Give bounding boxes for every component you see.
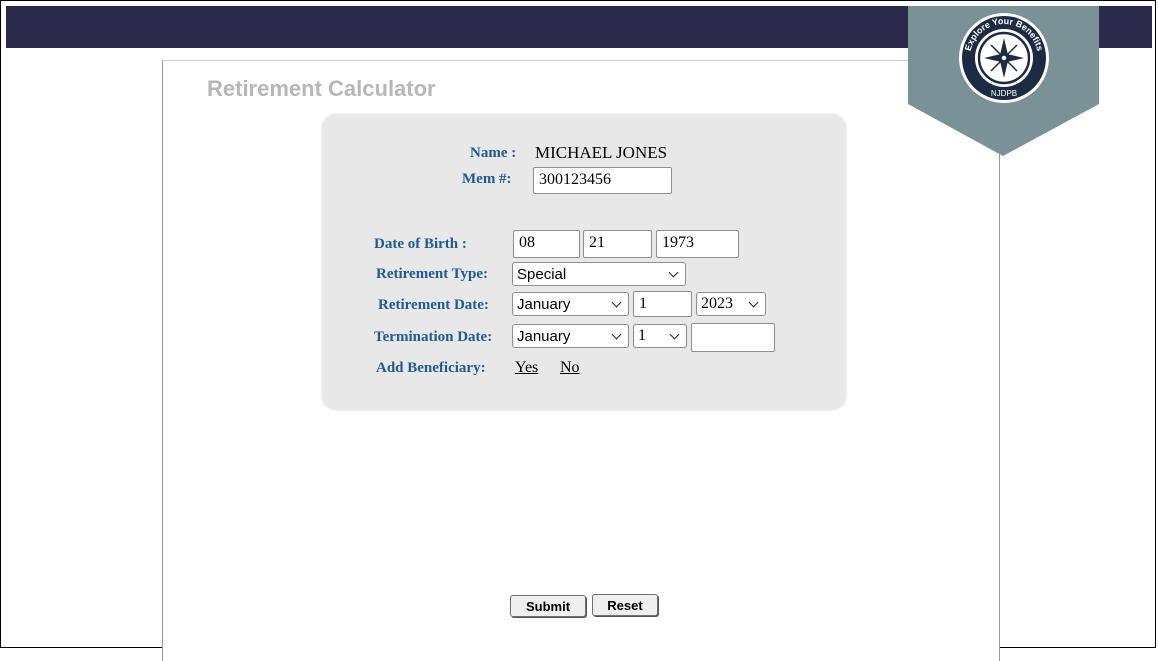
retirement-month-select[interactable]: January xyxy=(512,292,629,316)
dob-month-field[interactable]: 08 xyxy=(513,230,580,258)
member-name: MICHAEL JONES xyxy=(535,143,668,162)
beneficiary-yes-link[interactable]: Yes xyxy=(515,359,538,377)
beneficiary-label: Add Beneficiary: xyxy=(376,360,486,376)
submit-button[interactable]: Submit xyxy=(510,595,586,617)
retirement-month-value: January xyxy=(517,295,571,313)
reset-button[interactable]: Reset xyxy=(592,594,658,616)
termination-year-field[interactable] xyxy=(691,323,775,352)
chevron-down-icon xyxy=(668,267,679,277)
termination-month-select[interactable]: January xyxy=(512,324,629,348)
chevron-down-icon xyxy=(611,329,622,339)
termination-day-select[interactable]: 1 xyxy=(633,324,687,348)
termination-day-value: 1 xyxy=(638,327,646,344)
retirement-type-value: Special xyxy=(517,265,567,283)
dob-year-field[interactable]: 1973 xyxy=(656,230,739,258)
beneficiary-no-link[interactable]: No xyxy=(560,359,580,377)
mem-number-field[interactable]: 300123456 xyxy=(533,167,672,194)
retirement-year-select[interactable]: 2023 xyxy=(696,292,766,316)
retirement-year-value: 2023 xyxy=(701,295,733,312)
termination-date-label: Termination Date: xyxy=(374,329,493,345)
dob-label: Date of Birth : xyxy=(374,236,467,252)
retirement-type-select[interactable]: Special xyxy=(512,262,686,286)
chevron-down-icon xyxy=(669,329,680,339)
chevron-down-icon xyxy=(611,297,622,307)
mem-number-label: Mem #: xyxy=(462,171,512,187)
termination-month-value: January xyxy=(517,327,571,345)
retirement-type-label: Retirement Type: xyxy=(376,266,489,282)
badge-bottom-text: NJDPB xyxy=(991,89,1017,98)
page-title: Retirement Calculator xyxy=(207,76,436,101)
name-label: Name : xyxy=(470,145,517,161)
retirement-day-field[interactable]: 1 xyxy=(633,291,692,317)
retirement-date-label: Retirement Date: xyxy=(378,297,489,313)
dob-day-field[interactable]: 21 xyxy=(583,230,652,258)
chevron-down-icon xyxy=(748,297,759,307)
badge-shape: Explore Your Benefits NJDPB xyxy=(908,6,1099,156)
njdpb-badge: Explore Your Benefits NJDPB xyxy=(908,6,1099,156)
